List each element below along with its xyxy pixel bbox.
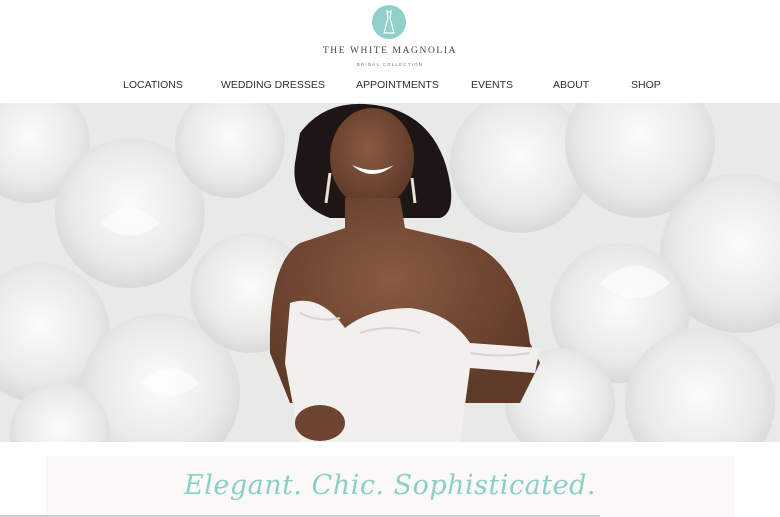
hero-image [0,103,780,442]
nav-item-about[interactable]: ABOUT [553,79,589,91]
site-header: THE WHITE MAGNOLIA BRIDAL COLLECTION LOC… [0,0,780,103]
tagline: Elegant. Chic. Sophisticated. [184,470,596,501]
logo-badge[interactable] [372,5,406,39]
tagline-band: Elegant. Chic. Sophisticated. [46,456,734,517]
main-nav: LOCATIONS WEDDING DRESSES APPOINTMENTS E… [0,79,780,93]
nav-item-wedding-dresses[interactable]: WEDDING DRESSES [221,79,325,91]
nav-item-locations[interactable]: LOCATIONS [123,79,183,91]
brand-subtitle: BRIDAL COLLECTION [356,62,424,67]
nav-item-events[interactable]: EVENTS [471,79,513,91]
dress-icon [383,9,395,34]
nav-item-shop[interactable]: SHOP [631,79,661,91]
nav-item-appointments[interactable]: APPOINTMENTS [356,79,439,91]
hero-photo [0,103,780,442]
brand-name[interactable]: THE WHITE MAGNOLIA [0,46,780,56]
